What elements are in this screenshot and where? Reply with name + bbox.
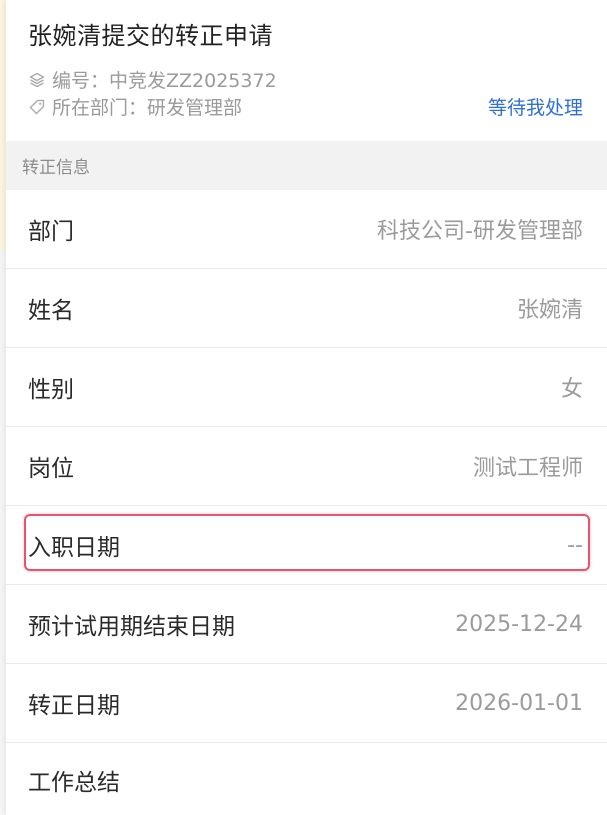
field-label: 预计试用期结束日期	[28, 614, 235, 640]
field-label: 姓名	[28, 298, 74, 324]
approval-number: 编号：中竞发ZZ2025372	[28, 66, 277, 93]
field-row-gender: 性别 女	[6, 348, 607, 427]
field-label: 入职日期	[28, 535, 120, 561]
detail-panel: 张婉清提交的转正申请 编号：中竞发ZZ2025372 所在部门：研发管理部 等待…	[6, 0, 607, 815]
field-label: 工作总结	[28, 770, 120, 796]
approval-number-text: 编号：中竞发ZZ2025372	[52, 70, 277, 92]
field-value: --	[567, 532, 583, 558]
field-value: 测试工程师	[472, 456, 583, 481]
field-row-work-summary: 工作总结	[6, 743, 607, 813]
field-row-department: 部门 科技公司-研发管理部	[6, 190, 607, 269]
field-label: 部门	[28, 219, 74, 245]
page-title: 张婉清提交的转正申请	[28, 22, 273, 50]
field-row-position: 岗位 测试工程师	[6, 427, 607, 506]
field-value: 2025-12-24	[455, 611, 583, 637]
field-row-name: 姓名 张婉清	[6, 269, 607, 348]
pending-me-link[interactable]: 等待我处理	[488, 93, 583, 120]
field-value: 2026-01-01	[455, 690, 583, 716]
field-row-hire-date: 入职日期 --	[6, 506, 607, 585]
field-row-expected-probation-end: 预计试用期结束日期 2025-12-24	[6, 585, 607, 664]
field-label: 性别	[28, 377, 74, 403]
applicant-department-text: 所在部门：研发管理部	[52, 97, 243, 119]
field-value: 科技公司-研发管理部	[377, 219, 583, 244]
field-value: 张婉清	[516, 298, 583, 323]
tag-icon	[28, 98, 46, 116]
field-value: 女	[560, 377, 583, 402]
layers-icon	[28, 71, 46, 89]
field-label: 岗位	[28, 456, 74, 482]
field-row-regularization-date: 转正日期 2026-01-01	[6, 664, 607, 743]
field-label: 转正日期	[28, 693, 120, 719]
approval-header: 张婉清提交的转正申请 编号：中竞发ZZ2025372 所在部门：研发管理部 等待…	[6, 0, 607, 141]
section-header-probation-info: 转正信息	[6, 141, 607, 190]
applicant-department: 所在部门：研发管理部	[28, 93, 242, 120]
